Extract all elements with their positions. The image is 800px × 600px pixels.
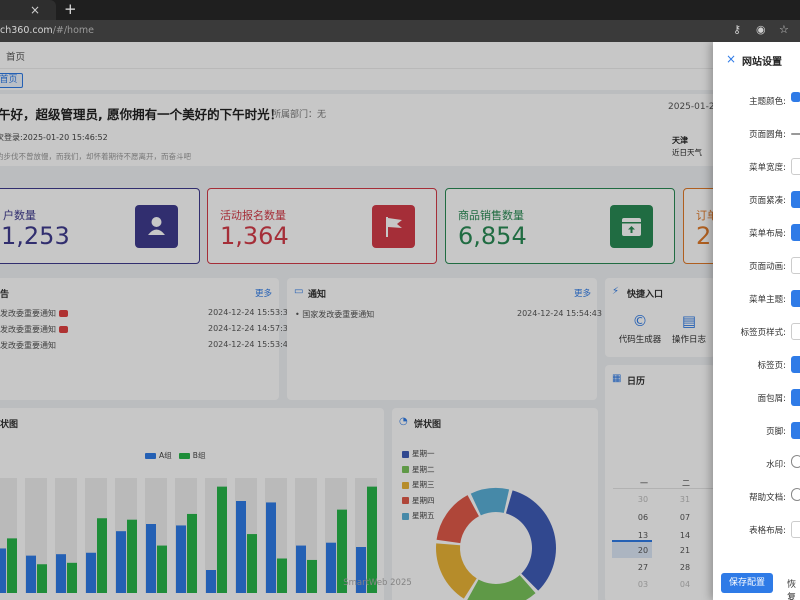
drawer-overlay[interactable] xyxy=(0,42,713,600)
setting-label: 页面动画: xyxy=(749,262,786,272)
setting-toggle[interactable] xyxy=(791,290,800,307)
new-tab-icon[interactable]: + xyxy=(64,2,77,17)
star-icon[interactable]: ☆ xyxy=(779,24,789,36)
theme-color-swatch[interactable] xyxy=(791,92,800,102)
drawer-title: 网站设置 xyxy=(742,57,782,68)
setting-label: 页面圆角: xyxy=(749,130,786,140)
setting-toggle[interactable] xyxy=(791,389,800,406)
key-icon[interactable]: ⚷ xyxy=(733,24,741,36)
settings-drawer: × 网站设置 主题颜色: 页面圆角: 菜单宽度: 页面紧凑: 菜单布局: 页面动画: 菜单主… xyxy=(713,42,800,600)
setting-label: 菜单宽度: xyxy=(749,163,786,173)
setting-select[interactable] xyxy=(791,521,800,538)
setting-label: 面包屑: xyxy=(757,394,786,404)
setting-label: 页脚: xyxy=(766,427,786,437)
setting-label: 菜单主题: xyxy=(749,295,786,305)
url-host[interactable]: ch360.com xyxy=(0,25,53,36)
setting-select[interactable] xyxy=(791,158,800,175)
setting-label: 表格布局: xyxy=(749,526,786,536)
reset-button[interactable]: 恢复 xyxy=(787,577,800,600)
setting-label: 页面紧凑: xyxy=(749,196,786,206)
setting-switch[interactable] xyxy=(791,455,800,468)
setting-label: 标签页样式: xyxy=(740,328,786,338)
setting-switch[interactable] xyxy=(791,488,800,501)
address-bar[interactable]: ch360.com/#/home ⚷ ◉ ☆ xyxy=(0,20,800,42)
setting-label: 水印: xyxy=(766,460,786,470)
setting-select[interactable] xyxy=(791,257,800,274)
setting-select[interactable] xyxy=(791,323,800,340)
browser-tab[interactable]: × xyxy=(0,0,56,20)
setting-label: 标签页: xyxy=(757,361,786,371)
setting-toggle[interactable] xyxy=(791,224,800,241)
setting-toggle[interactable] xyxy=(791,191,800,208)
setting-label: 帮助文档: xyxy=(749,493,786,503)
url-path[interactable]: /#/home xyxy=(53,25,94,36)
extension-icon[interactable]: ◉ xyxy=(756,24,766,36)
setting-toggle[interactable] xyxy=(791,356,800,373)
browser-tab-bar: × + xyxy=(0,0,800,20)
setting-label: 主题颜色: xyxy=(749,97,786,107)
close-icon[interactable]: × xyxy=(726,52,736,66)
page: 首页 首页 午好，超级管理员, 愿你拥有一个美好的下午时光！ 所属部门：无 20… xyxy=(0,42,800,600)
close-tab-icon[interactable]: × xyxy=(30,4,40,16)
setting-toggle[interactable] xyxy=(791,422,800,439)
save-config-button[interactable]: 保存配置 xyxy=(721,573,773,593)
radius-slider[interactable] xyxy=(791,133,800,135)
setting-label: 菜单布局: xyxy=(749,229,786,239)
